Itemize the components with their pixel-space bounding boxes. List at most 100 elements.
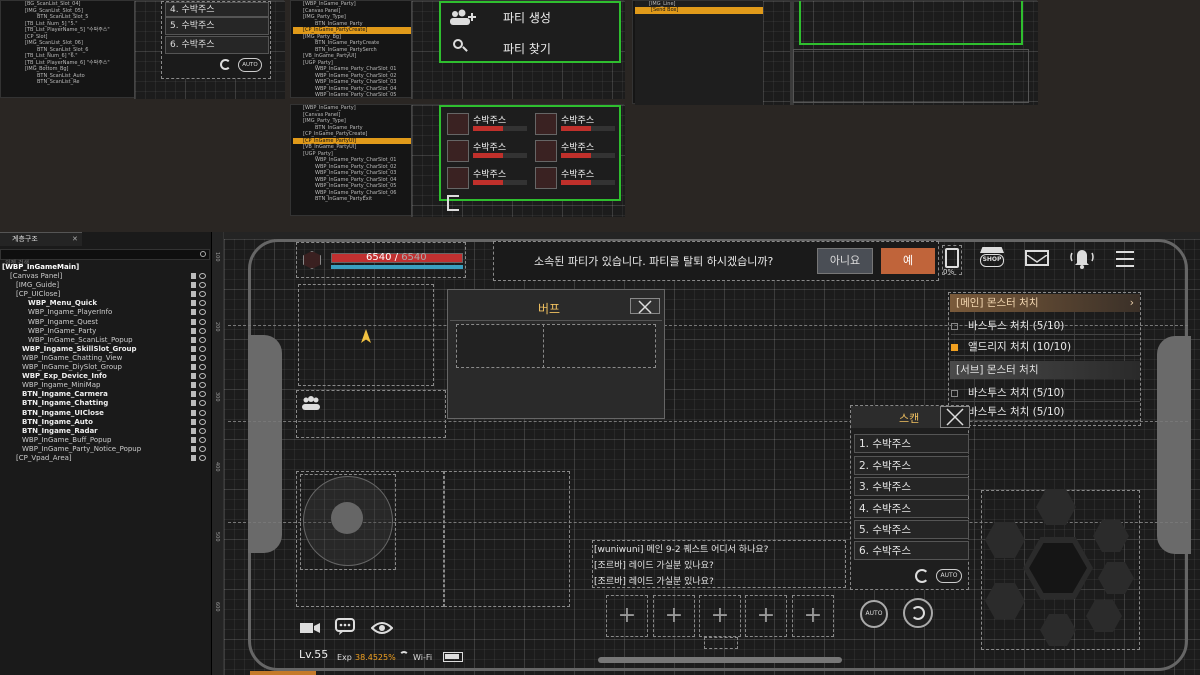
eye-icon[interactable] <box>370 620 394 639</box>
quick-slot[interactable]: + <box>606 595 648 637</box>
scan-item[interactable]: 2. 수박주스 <box>854 456 969 475</box>
camera-icon[interactable] <box>300 620 320 639</box>
party-exit-icon[interactable] <box>447 195 459 211</box>
quest-item[interactable]: 바스투스 처치 (5/10) <box>951 403 1140 421</box>
mail-icon[interactable] <box>1025 250 1049 266</box>
scan-item[interactable]: 6. 수박주스 <box>854 541 969 560</box>
radar-button[interactable] <box>903 598 933 628</box>
party-create-button[interactable]: 파티 생성 <box>503 9 551 26</box>
hierarchy-item[interactable]: WBP_InGame_Chatting_View <box>2 354 212 363</box>
visibility-icon[interactable] <box>199 291 206 298</box>
quick-slot[interactable]: + <box>653 595 695 637</box>
party-char-slot[interactable]: 수박주스 <box>535 140 617 162</box>
visibility-icon[interactable] <box>199 391 206 398</box>
menu-icon[interactable] <box>1116 251 1134 267</box>
party-char-slot[interactable]: 수박주스 <box>447 140 529 162</box>
chat-icon[interactable] <box>335 618 357 640</box>
party-char-slot[interactable]: 수박주스 <box>447 167 529 189</box>
scan-close-icon[interactable] <box>940 406 970 428</box>
lock-icon[interactable] <box>191 454 196 461</box>
tree-item[interactable]: WBP_InGame_Party_CharSlot_05 <box>293 92 411 97</box>
visibility-icon[interactable] <box>199 445 206 452</box>
lock-icon[interactable] <box>191 409 196 416</box>
visibility-icon[interactable] <box>199 309 206 316</box>
lock-icon[interactable] <box>191 418 196 425</box>
tree-item[interactable]: BTN_ScanList_Re <box>15 79 133 86</box>
joystick-knob[interactable] <box>331 502 363 534</box>
hierarchy-tab[interactable]: 계층구조 <box>0 232 82 246</box>
party-char-slot[interactable]: 수박주스 <box>535 167 617 189</box>
visibility-icon[interactable] <box>199 354 206 361</box>
visibility-icon[interactable] <box>199 382 206 389</box>
lock-icon[interactable] <box>191 345 196 352</box>
scan-auto-button[interactable]: AUTO <box>936 569 962 583</box>
lock-icon[interactable] <box>191 273 196 280</box>
hierarchy-item[interactable]: WBP_Ingame_Quest <box>2 318 212 327</box>
hierarchy-item[interactable]: [IMG_Guide] <box>2 281 212 290</box>
hierarchy-item[interactable]: WBP_Ingame_MiniMap <box>2 381 212 390</box>
quick-slot[interactable]: + <box>792 595 834 637</box>
hierarchy-item[interactable]: [CP_Vpad_Area] <box>2 454 212 463</box>
hierarchy-item[interactable]: WBP_InGame_DiySlot_Group <box>2 363 212 372</box>
hierarchy-item[interactable]: [Canvas Panel] <box>2 272 212 281</box>
quest-sub-header[interactable]: [서브] 몬스터 처치 <box>950 361 1140 379</box>
visibility-icon[interactable] <box>199 409 206 416</box>
visibility-icon[interactable] <box>199 454 206 461</box>
refresh-icon[interactable] <box>220 59 231 70</box>
quick-slot[interactable]: + <box>745 595 787 637</box>
hierarchy-item[interactable]: WBP_InGame_Party <box>2 327 212 336</box>
lock-icon[interactable] <box>191 400 196 407</box>
party-char-slot[interactable]: 수박주스 <box>535 113 617 135</box>
hierarchy-item[interactable]: BTN_Ingame_Radar <box>2 427 212 436</box>
visibility-icon[interactable] <box>199 373 206 380</box>
lock-icon[interactable] <box>191 300 196 307</box>
scanlist-item[interactable]: 4. 수박주스 <box>165 2 269 17</box>
bell-icon[interactable] <box>1068 245 1096 271</box>
scan-item[interactable]: 3. 수박주스 <box>854 477 969 496</box>
quick-slot[interactable]: + <box>699 595 741 637</box>
auto-circle-button[interactable]: AUTO <box>860 600 888 628</box>
quest-item[interactable]: 앨드리지 처치 (10/10) <box>951 338 1140 356</box>
visibility-icon[interactable] <box>199 400 206 407</box>
hierarchy-item[interactable]: BTN_Ingame_Auto <box>2 418 212 427</box>
lock-icon[interactable] <box>191 291 196 298</box>
no-button[interactable]: 아니요 <box>817 248 873 274</box>
lock-icon[interactable] <box>191 373 196 380</box>
visibility-icon[interactable] <box>199 327 206 334</box>
lock-icon[interactable] <box>191 309 196 316</box>
lock-icon[interactable] <box>191 318 196 325</box>
lock-icon[interactable] <box>191 436 196 443</box>
player-avatar[interactable] <box>303 251 321 269</box>
hierarchy-item[interactable]: WBP_InGame_Buff_Popup <box>2 436 212 445</box>
hierarchy-item[interactable]: WBP_Ingame_SkillSlot_Group <box>2 345 212 354</box>
party-search-button[interactable]: 파티 찾기 <box>503 40 551 57</box>
party-char-slot[interactable]: 수박주스 <box>447 113 529 135</box>
visibility-icon[interactable] <box>199 427 206 434</box>
scanlist-item[interactable]: 6. 수박주스 <box>165 36 269 54</box>
visibility-icon[interactable] <box>199 436 206 443</box>
lock-icon[interactable] <box>191 364 196 371</box>
quest-main-header[interactable]: [메인] 몬스터 처치 › <box>950 294 1140 312</box>
visibility-icon[interactable] <box>199 336 206 343</box>
lock-icon[interactable] <box>191 327 196 334</box>
scan-item[interactable]: 1. 수박주스 <box>854 434 969 453</box>
hierarchy-item[interactable]: [WBP_InGameMain] <box>2 263 212 272</box>
hierarchy-item[interactable]: [CP_UIClose] <box>2 290 212 299</box>
yes-button[interactable]: 예 <box>881 248 935 274</box>
lock-icon[interactable] <box>191 427 196 434</box>
hierarchy-item[interactable]: BTN_Ingame_Carmera <box>2 390 212 399</box>
tree-item[interactable]: BTN_InGame_PartyExit <box>293 196 411 203</box>
tree-item-selected[interactable]: [Send Box] <box>635 7 763 14</box>
visibility-icon[interactable] <box>199 364 206 371</box>
refresh-icon[interactable] <box>915 569 929 583</box>
hierarchy-item[interactable]: WBP_InGame_Party_Notice_Popup <box>2 445 212 454</box>
visibility-icon[interactable] <box>199 345 206 352</box>
hierarchy-item[interactable]: WBP_InGame_ScanList_Popup <box>2 336 212 345</box>
hierarchy-item[interactable]: BTN_Ingame_Chatting <box>2 399 212 408</box>
lock-icon[interactable] <box>191 391 196 398</box>
auto-button[interactable]: AUTO <box>238 58 262 72</box>
lock-icon[interactable] <box>191 382 196 389</box>
visibility-icon[interactable] <box>199 318 206 325</box>
hierarchy-item[interactable]: WBP_Exp_Device_Info <box>2 372 212 381</box>
quest-item[interactable]: 바스투스 처치 (5/10) <box>951 384 1140 402</box>
